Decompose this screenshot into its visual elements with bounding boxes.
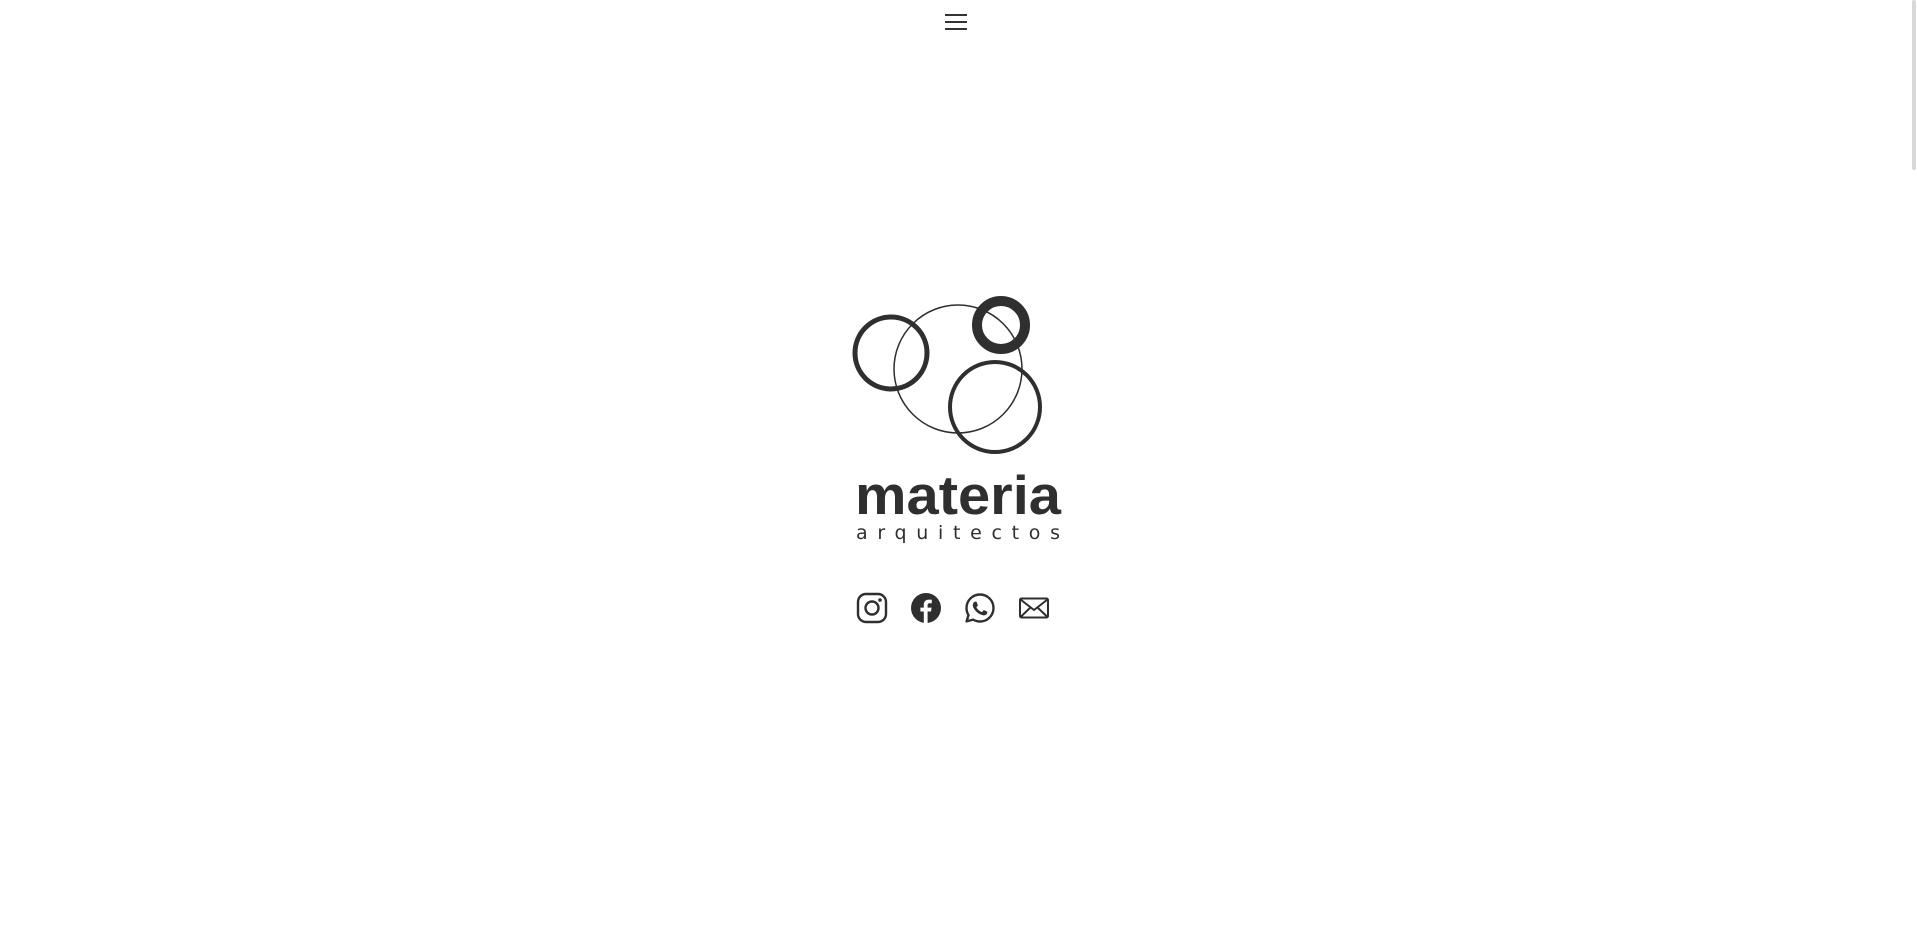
email-link[interactable] [1018,592,1050,624]
logo-graphic: materia arquitectos [852,296,1061,544]
materia-arquitectos-logo[interactable]: materia arquitectos [850,290,1066,548]
facebook-icon [911,593,941,623]
social-links [856,592,1062,628]
envelope-icon [1019,597,1049,619]
whatsapp-icon [965,593,995,623]
whatsapp-link[interactable] [964,592,996,624]
scrollbar[interactable] [1911,0,1917,928]
scrollbar-thumb[interactable] [1912,0,1916,170]
hamburger-menu-icon [945,14,967,30]
page: materia arquitectos [0,0,1917,928]
facebook-link[interactable] [910,592,942,624]
instagram-icon [856,592,888,624]
menu-button[interactable] [943,10,969,34]
logo-wordmark: materia [855,464,1061,526]
instagram-link[interactable] [856,592,888,624]
